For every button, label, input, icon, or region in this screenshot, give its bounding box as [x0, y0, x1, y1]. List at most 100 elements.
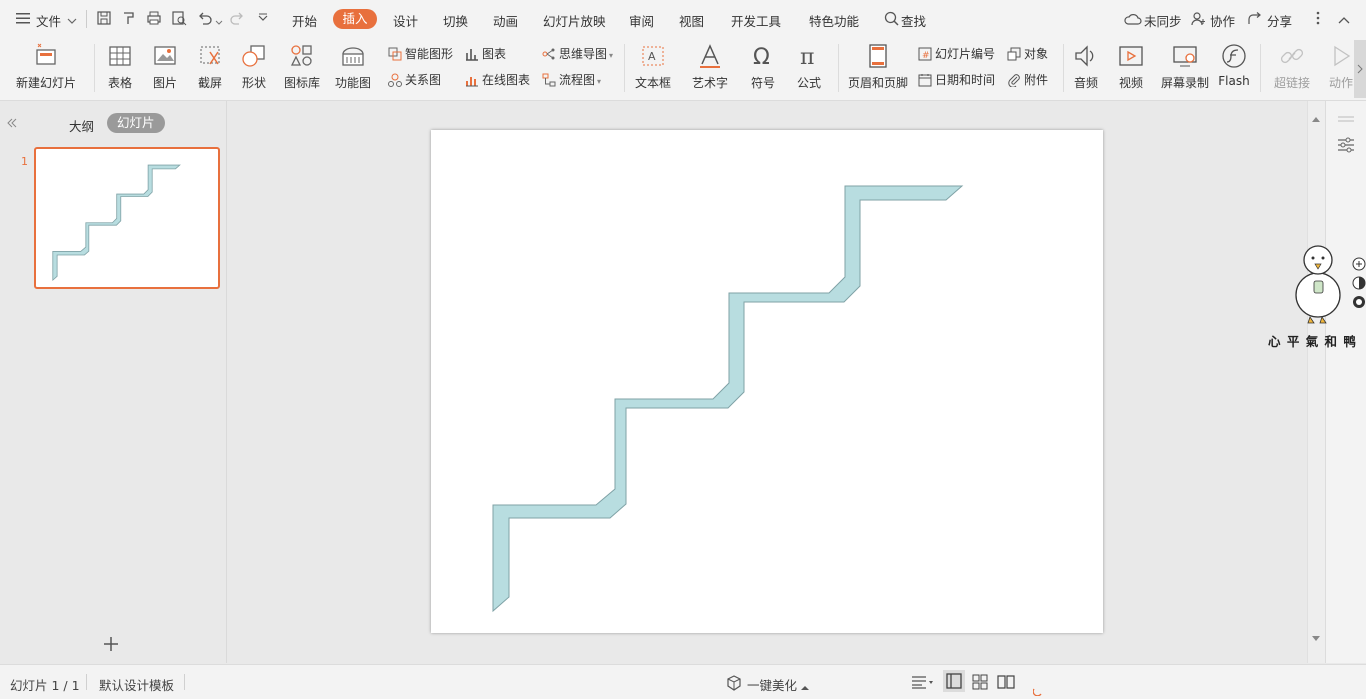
- tab-developer[interactable]: 开发工具: [731, 11, 781, 30]
- scroll-down-arrow[interactable]: [1312, 631, 1320, 645]
- slide-number-button[interactable]: # 幻灯片编号: [918, 45, 995, 62]
- notes-toggle-icon[interactable]: [911, 675, 933, 692]
- ribbon-scroll-right[interactable]: [1354, 40, 1366, 98]
- collapse-panel-icon[interactable]: [6, 117, 18, 131]
- chevron-up-icon[interactable]: [801, 680, 809, 694]
- sync-status[interactable]: 未同步: [1144, 11, 1182, 30]
- drag-handle[interactable]: [1338, 111, 1354, 125]
- settings-sliders-icon[interactable]: [1337, 137, 1355, 156]
- attachment-button[interactable]: 附件: [1007, 71, 1048, 88]
- table-button[interactable]: 表格: [102, 42, 138, 94]
- function-chart-button[interactable]: 功能图: [329, 42, 377, 94]
- audio-button[interactable]: 音频: [1068, 42, 1104, 94]
- tab-insert[interactable]: 插入: [333, 9, 377, 29]
- customize-toolbar-icon[interactable]: [257, 10, 273, 26]
- collapse-ribbon-icon[interactable]: [1338, 13, 1350, 27]
- datetime-button[interactable]: 日期和时间: [918, 71, 995, 88]
- chart-label: 图表: [482, 47, 507, 61]
- file-menu[interactable]: 文件: [36, 11, 61, 30]
- share-button[interactable]: 分享: [1267, 11, 1292, 30]
- action-button[interactable]: 动作: [1324, 42, 1358, 94]
- header-footer-label: 页眉和页脚: [847, 76, 908, 90]
- print-icon[interactable]: [146, 10, 162, 26]
- zoom-in-icon[interactable]: [1352, 257, 1366, 274]
- format-painter-icon[interactable]: [121, 10, 137, 26]
- chevron-down-icon[interactable]: [215, 15, 223, 29]
- icon-library-icon: [290, 45, 312, 66]
- divider: [624, 44, 625, 92]
- tab-design[interactable]: 设计: [393, 11, 418, 30]
- slide-number: 1: [21, 155, 28, 168]
- hamburger-icon[interactable]: [16, 12, 30, 27]
- slide-thumbnail[interactable]: [34, 147, 220, 289]
- screen-record-icon: [1173, 46, 1197, 67]
- more-icon[interactable]: [1316, 11, 1320, 28]
- slide-canvas[interactable]: [431, 130, 1103, 633]
- video-button[interactable]: 视频: [1112, 42, 1150, 94]
- search-icon[interactable]: [884, 11, 900, 30]
- hyperlink-button[interactable]: 超链接: [1268, 42, 1316, 94]
- tab-animation[interactable]: 动画: [493, 11, 518, 30]
- relation-button[interactable]: 关系图: [388, 71, 441, 88]
- collab-button[interactable]: 协作: [1210, 11, 1235, 30]
- online-chart-button[interactable]: 在线图表: [465, 71, 530, 88]
- function-chart-icon: [342, 47, 364, 66]
- plus-icon[interactable]: [103, 636, 119, 655]
- chart-button[interactable]: 图表: [465, 45, 506, 62]
- status-bar: 幻灯片 1 / 1 默认设计模板 一键美化: [0, 664, 1366, 699]
- grid-view-icon[interactable]: [972, 674, 988, 693]
- save-icon[interactable]: [96, 10, 112, 26]
- shape-icon: [242, 45, 265, 67]
- beautify-button[interactable]: 一键美化: [747, 675, 797, 694]
- picture-button[interactable]: 图片: [146, 42, 184, 94]
- flash-button[interactable]: Flash: [1216, 42, 1252, 94]
- flowchart-button[interactable]: 流程图 ▾: [542, 71, 601, 88]
- staircase-shape[interactable]: [431, 130, 1103, 633]
- beautify-icon[interactable]: [726, 675, 742, 694]
- function-chart-label: 功能图: [334, 76, 371, 90]
- smart-shape-icon: [388, 47, 402, 61]
- tab-outline[interactable]: 大纲: [69, 116, 94, 135]
- smart-shape-button[interactable]: 智能图形: [388, 45, 453, 62]
- formula-button[interactable]: π 公式: [790, 42, 828, 94]
- symbol-button[interactable]: Ω 符号: [744, 42, 782, 94]
- tab-slideshow[interactable]: 幻灯片放映: [543, 11, 606, 30]
- mindmap-icon: [542, 48, 555, 60]
- undo-icon[interactable]: [197, 10, 213, 26]
- icon-library-button[interactable]: 图标库: [281, 42, 323, 94]
- vertical-scrollbar[interactable]: [1307, 101, 1325, 663]
- mindmap-button[interactable]: 思维导图 ▾: [542, 45, 613, 62]
- new-slide-button[interactable]: 新建幻灯片: [10, 42, 82, 94]
- textbox-button[interactable]: A 文本框: [630, 42, 676, 94]
- tab-features[interactable]: 特色功能: [809, 11, 859, 30]
- print-preview-icon[interactable]: [171, 10, 187, 26]
- table-icon: [109, 46, 131, 66]
- tab-home[interactable]: 开始: [292, 11, 317, 30]
- redo-icon[interactable]: [229, 10, 245, 26]
- tab-view[interactable]: 视图: [679, 11, 704, 30]
- attachment-label: 附件: [1024, 73, 1049, 87]
- object-button[interactable]: 对象: [1007, 45, 1048, 62]
- share-icon[interactable]: [1247, 12, 1263, 29]
- tab-slides[interactable]: 幻灯片: [107, 113, 165, 133]
- contrast-icon[interactable]: [1352, 276, 1366, 293]
- staircase-thumbnail: [52, 164, 181, 282]
- normal-view-icon[interactable]: [943, 670, 965, 692]
- tab-review[interactable]: 审阅: [629, 11, 654, 30]
- chevron-down-icon[interactable]: [67, 14, 77, 28]
- header-footer-button[interactable]: 页眉和页脚: [846, 42, 910, 94]
- user-icon[interactable]: [1191, 12, 1207, 29]
- flash-label: Flash: [1218, 74, 1250, 88]
- reading-view-icon[interactable]: [997, 674, 1015, 693]
- screenshot-button[interactable]: 截屏: [192, 42, 228, 94]
- search-button[interactable]: 查找: [901, 11, 926, 30]
- wordart-button[interactable]: 艺术字: [686, 42, 734, 94]
- shape-button[interactable]: 形状: [236, 42, 272, 94]
- design-template[interactable]: 默认设计模板: [99, 675, 174, 694]
- cloud-sync-icon[interactable]: [1124, 12, 1142, 29]
- screen-record-button[interactable]: 屏幕录制: [1158, 42, 1212, 94]
- online-chart-label: 在线图表: [482, 73, 531, 87]
- scroll-up-arrow[interactable]: [1312, 111, 1320, 125]
- tab-transition[interactable]: 切换: [443, 11, 468, 30]
- duck-icon[interactable]: [1352, 295, 1366, 312]
